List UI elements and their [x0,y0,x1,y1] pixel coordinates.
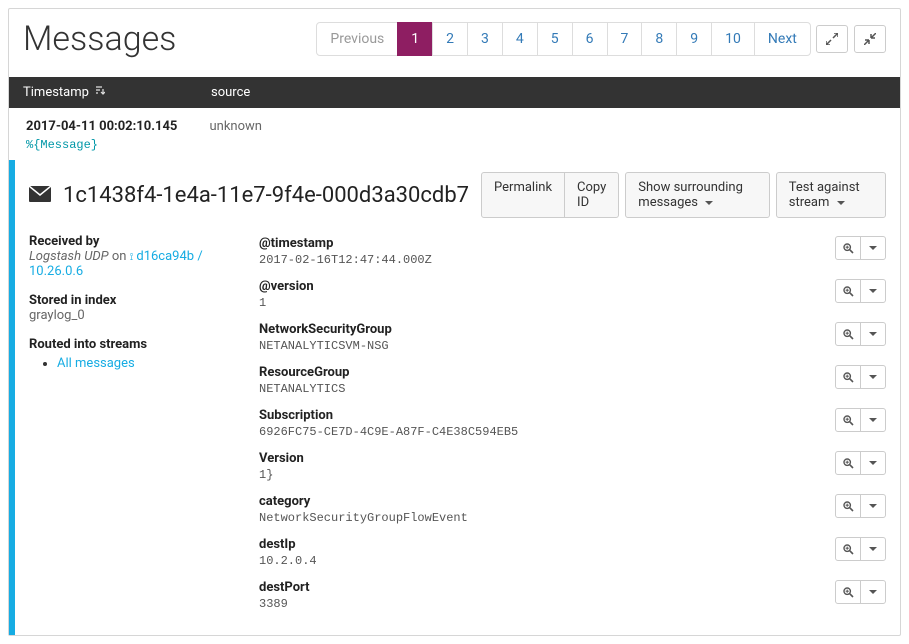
field-search-button[interactable] [835,408,861,432]
field-search-button[interactable] [835,236,861,260]
sort-desc-icon [95,86,105,99]
field-row: @timestamp 2017-02-16T12:47:44.000Z [259,234,886,277]
field-value: NETANALYTICS [259,382,827,396]
page-5[interactable]: 5 [537,22,573,56]
field-search-button[interactable] [835,279,861,303]
field-dropdown-button[interactable] [860,322,886,346]
row-message-placeholder: %{Message} [26,138,886,152]
field-value: 1} [259,468,827,482]
field-name: @version [259,279,827,294]
page-8[interactable]: 8 [641,22,677,56]
chevron-down-icon [869,461,877,465]
surrounding-messages-label: Show surrounding messages [638,180,743,210]
field-dropdown-button[interactable] [860,451,886,475]
page-3[interactable]: 3 [467,22,503,56]
page-6[interactable]: 6 [572,22,608,56]
test-against-stream-button[interactable]: Test against stream [776,172,886,218]
field-name: destIp [259,537,827,552]
field-value: 3389 [259,597,827,611]
permalink-button[interactable]: Permalink [481,172,565,218]
field-search-button[interactable] [835,537,861,561]
field-row: destIp 10.2.0.4 [259,535,886,578]
field-name: Version [259,451,827,466]
row-timestamp: 2017-04-11 00:02:10.145 [26,119,206,134]
field-search-button[interactable] [835,494,861,518]
page-10[interactable]: 10 [711,22,755,56]
fields-list: @timestamp 2017-02-16T12:47:44.000Z @versi… [259,234,886,621]
field-row: Version 1} [259,449,886,492]
field-name: destPort [259,580,827,595]
field-name: @timestamp [259,236,827,251]
field-row: destPort 3389 [259,578,886,621]
chevron-down-icon [869,590,877,594]
field-name: Subscription [259,408,827,423]
test-against-stream-label: Test against stream [789,180,860,210]
stored-in-index-label: Stored in index [29,293,239,308]
chevron-down-icon [869,375,877,379]
stored-in-index-value: graylog_0 [29,308,239,323]
field-row: NetworkSecurityGroup NETANALYTICSVM-NSG [259,320,886,363]
field-search-button[interactable] [835,365,861,389]
received-input: Logstash UDP [29,249,109,264]
page-9[interactable]: 9 [676,22,712,56]
row-source: unknown [209,119,261,134]
field-row: ResourceGroup NETANALYTICS [259,363,886,406]
page-next[interactable]: Next [754,22,811,56]
message-id: 1c1438f4-1e4a-11e7-9f4e-000d3a30cdb7 [63,183,469,208]
chevron-down-icon [837,201,845,205]
chevron-down-icon [705,201,713,205]
chevron-down-icon [869,332,877,336]
field-dropdown-button[interactable] [860,408,886,432]
chevron-down-icon [869,246,877,250]
page-1[interactable]: 1 [397,22,433,56]
page-title: Messages [23,19,176,59]
field-dropdown-button[interactable] [860,236,886,260]
received-on: on [112,249,127,264]
field-dropdown-button[interactable] [860,279,886,303]
chevron-down-icon [869,547,877,551]
collapse-icon[interactable] [854,25,886,53]
column-timestamp-label: Timestamp [23,85,89,100]
message-row[interactable]: 2017-04-11 00:02:10.145 unknown %{Messag… [9,108,900,160]
message-detail: 1c1438f4-1e4a-11e7-9f4e-000d3a30cdb7 Per… [9,160,900,635]
field-value: 6926FC75-CE7D-4C9E-A87F-C4E38C594EB5 [259,425,827,439]
page-2[interactable]: 2 [432,22,468,56]
field-search-button[interactable] [835,451,861,475]
chevron-down-icon [869,289,877,293]
chevron-down-icon [869,504,877,508]
page-4[interactable]: 4 [502,22,538,56]
copy-id-button[interactable]: Copy ID [564,172,619,218]
expand-icon[interactable] [816,25,848,53]
field-row: Subscription 6926FC75-CE7D-4C9E-A87F-C4E3… [259,406,886,449]
field-name: category [259,494,827,509]
field-search-button[interactable] [835,322,861,346]
field-name: ResourceGroup [259,365,827,380]
field-dropdown-button[interactable] [860,365,886,389]
field-name: NetworkSecurityGroup [259,322,827,337]
field-dropdown-button[interactable] [860,537,886,561]
field-value: 10.2.0.4 [259,554,827,568]
field-search-button[interactable] [835,580,861,604]
page-previous[interactable]: Previous [316,22,398,56]
field-dropdown-button[interactable] [860,580,886,604]
chevron-down-icon [869,418,877,422]
column-source[interactable]: source [211,85,886,100]
table-header: Timestamp source [9,77,900,108]
field-dropdown-button[interactable] [860,494,886,518]
field-value: NetworkSecurityGroupFlowEvent [259,511,827,525]
envelope-icon [29,183,51,207]
field-value: NETANALYTICSVM-NSG [259,339,827,353]
field-value: 1 [259,296,827,310]
page-7[interactable]: 7 [607,22,643,56]
field-value: 2017-02-16T12:47:44.000Z [259,253,827,267]
field-row: category NetworkSecurityGroupFlowEvent [259,492,886,535]
field-row: @version 1 [259,277,886,320]
column-timestamp[interactable]: Timestamp [23,85,211,100]
routed-streams-label: Routed into streams [29,337,239,352]
stream-link-all-messages[interactable]: All messages [57,356,135,371]
pagination: Previous 1 2 3 4 5 6 7 8 9 10 Next [316,22,810,56]
surrounding-messages-button[interactable]: Show surrounding messages [625,172,769,218]
received-by-label: Received by [29,234,239,249]
